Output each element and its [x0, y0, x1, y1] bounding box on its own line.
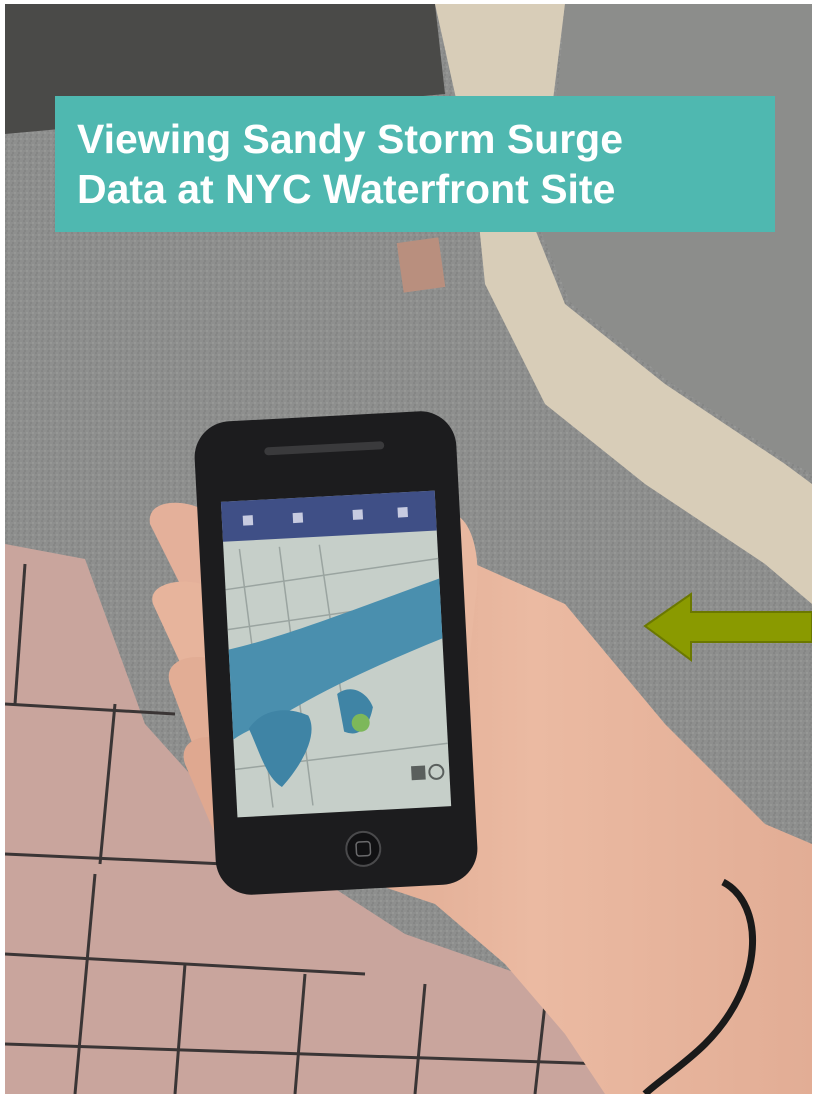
home-button-icon — [345, 830, 382, 867]
brick-chunk — [396, 237, 446, 293]
caption-line-1: Viewing Sandy Storm Surge — [77, 116, 624, 162]
caption-box: Viewing Sandy Storm Surge Data at NYC Wa… — [55, 96, 775, 232]
phone — [194, 411, 478, 895]
caption-line-2: Data at NYC Waterfront Site — [77, 166, 616, 212]
